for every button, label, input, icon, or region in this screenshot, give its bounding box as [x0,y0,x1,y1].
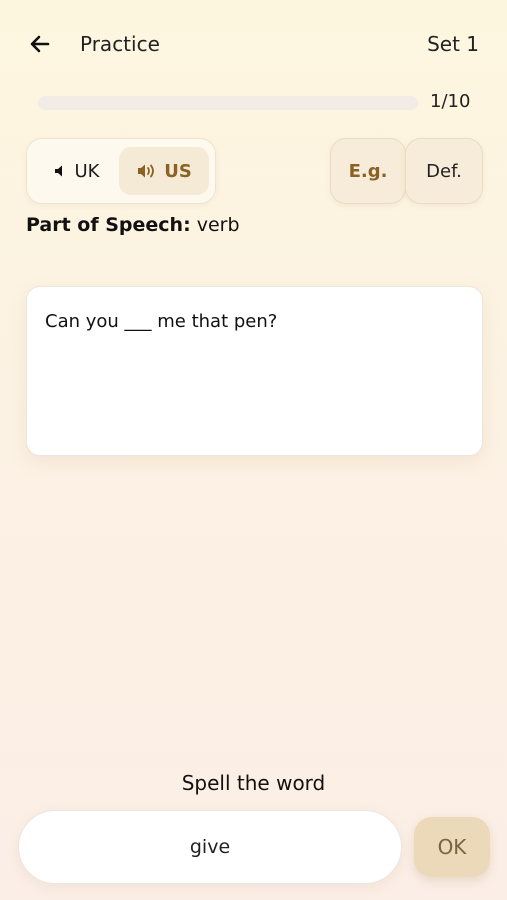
progress-text: 1/10 [430,91,471,112]
definition-button[interactable]: Def. [405,138,483,204]
pronunciation-toggle: UK US [26,138,216,204]
answer-input[interactable] [18,810,402,884]
us-audio-button[interactable]: US [119,147,209,195]
page-title: Practice [80,32,160,56]
sentence-card: Can you ___ me that pen? [26,286,483,456]
us-audio-label: US [164,160,192,182]
speaker-wave-icon [138,164,155,178]
part-of-speech-value: verb [196,214,240,236]
back-button[interactable] [24,28,56,60]
header: Practice Set 1 [0,28,507,60]
speaker-icon [54,165,62,177]
sentence-text: Can you ___ me that pen? [45,311,278,332]
progress-bar [38,96,418,110]
example-button[interactable]: E.g. [330,138,406,204]
set-label: Set 1 [427,32,479,56]
part-of-speech-label: Part of Speech: [26,214,191,236]
arrow-left-icon [30,35,50,53]
uk-audio-button[interactable]: UK [33,147,119,195]
spell-prompt: Spell the word [181,771,326,795]
uk-audio-label: UK [74,160,100,182]
ok-button[interactable]: OK [414,817,490,877]
part-of-speech: Part of Speech: verb [26,214,240,236]
